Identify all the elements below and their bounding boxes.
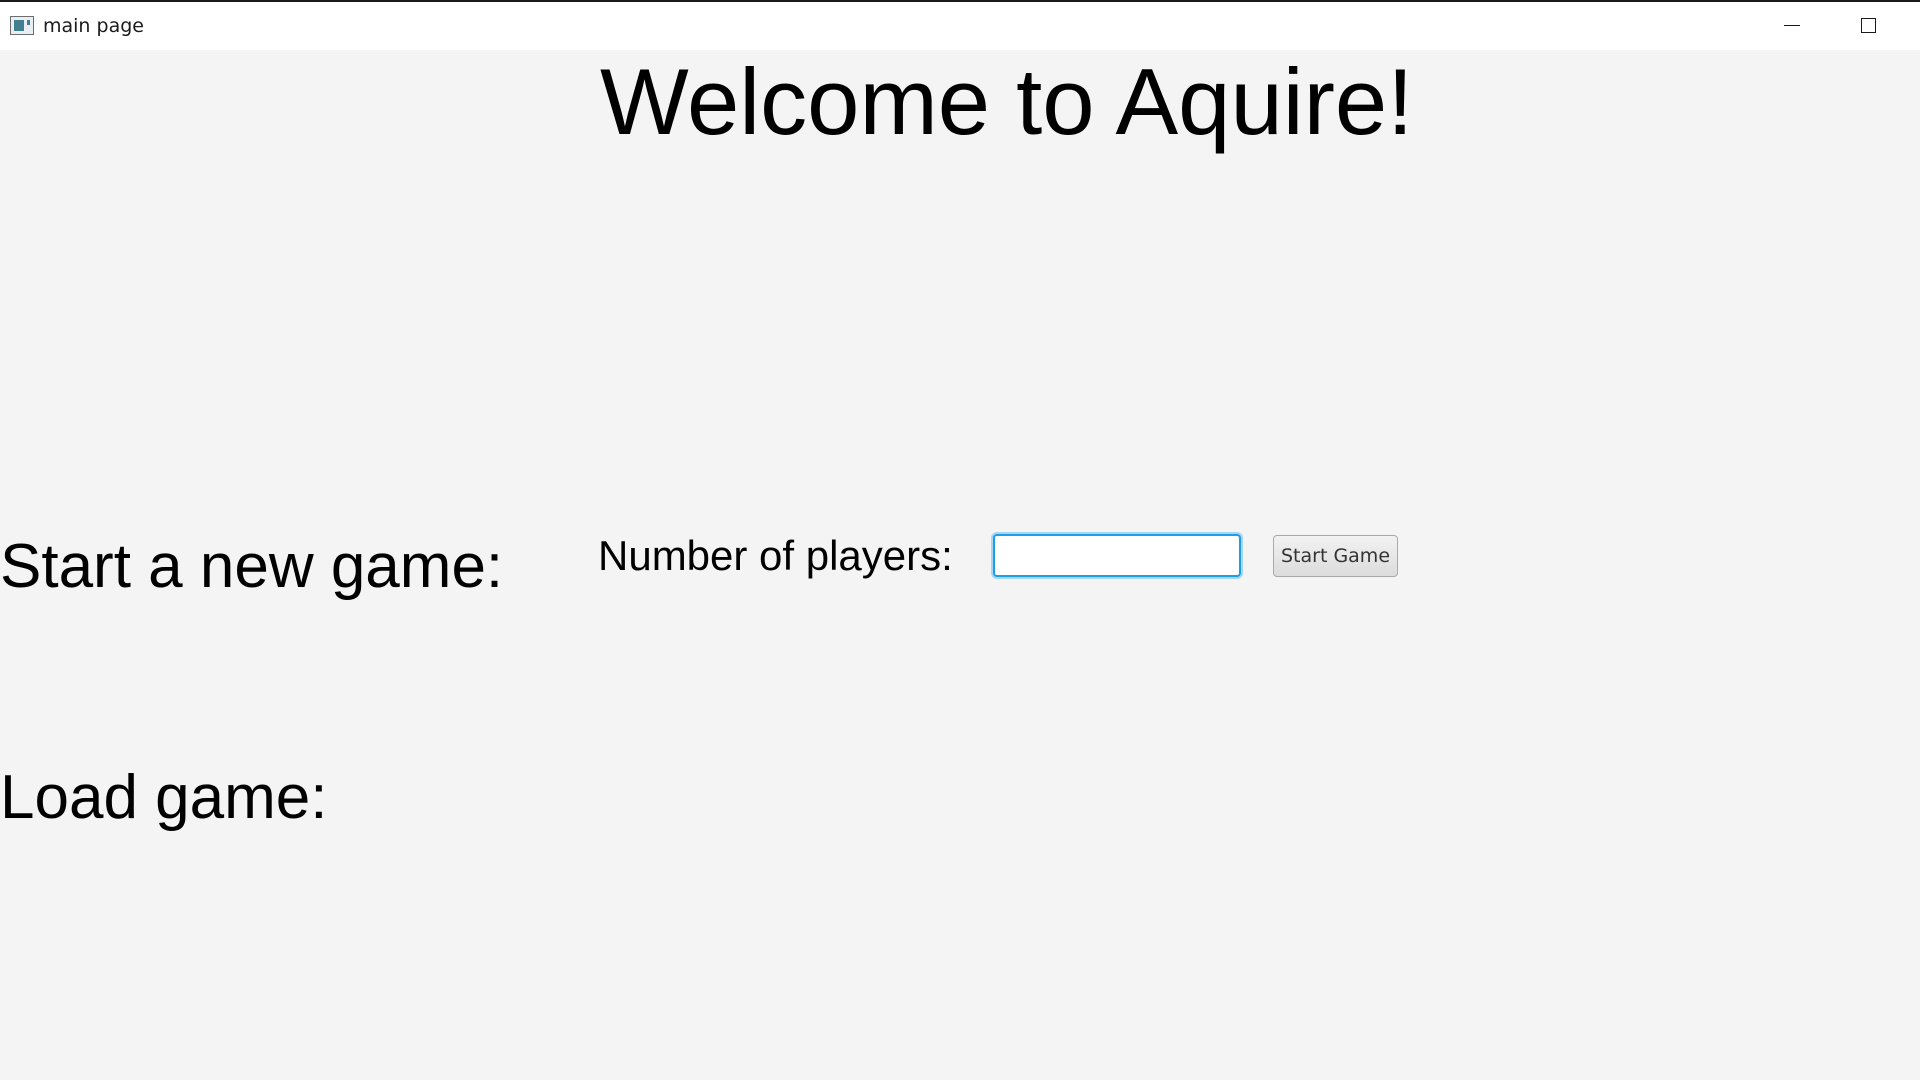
- app-window-icon: [10, 16, 34, 35]
- start-game-button[interactable]: Start Game: [1273, 535, 1398, 577]
- minimize-button[interactable]: [1753, 2, 1829, 50]
- players-count-label: Number of players:: [598, 532, 953, 579]
- new-game-heading: Start a new game:: [0, 532, 504, 601]
- load-game-heading: Load game:: [0, 763, 328, 832]
- minimize-icon: [1784, 25, 1800, 26]
- maximize-icon: [1861, 18, 1876, 33]
- maximize-button[interactable]: [1830, 2, 1906, 50]
- players-count-input[interactable]: [993, 534, 1241, 577]
- title-bar[interactable]: main page: [0, 2, 1920, 50]
- app-window: main page Welcome to Aquire! Start a new…: [0, 0, 1920, 1080]
- window-title: main page: [43, 15, 144, 37]
- page-title: Welcome to Aquire!: [600, 49, 1414, 154]
- main-content: Welcome to Aquire! Start a new game: Num…: [0, 50, 1920, 1080]
